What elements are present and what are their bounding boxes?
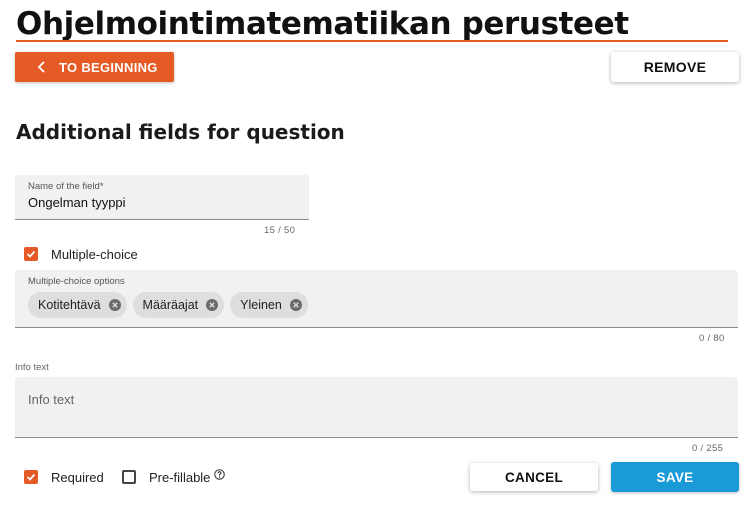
- options-counter: 0 / 80: [699, 333, 725, 344]
- option-chip: Kotitehtävä: [28, 292, 127, 318]
- cancel-button[interactable]: CANCEL: [470, 463, 598, 491]
- options-chip-list: Kotitehtävä Määräajat Yleinen: [28, 292, 308, 318]
- required-checkbox[interactable]: [24, 470, 38, 484]
- field-name-value: Ongelman tyyppi: [28, 195, 126, 210]
- course-title: Ohjelmointimatematiikan perusteet: [16, 4, 728, 42]
- info-text-counter: 0 / 255: [692, 443, 724, 454]
- remove-label: REMOVE: [643, 59, 707, 75]
- prefillable-checkbox[interactable]: [122, 470, 136, 484]
- option-chip: Yleinen: [230, 292, 308, 318]
- info-text-placeholder: Info text: [28, 392, 75, 407]
- to-beginning-button[interactable]: TO BEGINNING: [15, 52, 174, 82]
- prefillable-label: Pre-fillable: [149, 470, 211, 485]
- save-button[interactable]: SAVE: [611, 462, 739, 492]
- options-label: Multiple-choice options: [28, 276, 125, 287]
- check-icon: [26, 250, 36, 258]
- field-name-input[interactable]: Name of the field* Ongelman tyyppi: [15, 175, 309, 220]
- multiple-choice-label: Multiple-choice: [51, 247, 138, 262]
- to-beginning-label: TO BEGINNING: [59, 59, 158, 75]
- info-text-label: Info text: [15, 362, 49, 373]
- help-icon[interactable]: [214, 469, 225, 480]
- option-chip-label: Yleinen: [240, 298, 282, 312]
- remove-chip-icon[interactable]: [108, 299, 121, 311]
- field-name-label: Name of the field*: [28, 181, 104, 192]
- section-title: Additional fields for question: [16, 120, 345, 144]
- remove-button[interactable]: REMOVE: [611, 52, 739, 82]
- info-text-field[interactable]: Info text: [15, 377, 738, 438]
- chevron-left-icon: [37, 61, 45, 73]
- required-label: Required: [51, 470, 104, 485]
- remove-chip-icon[interactable]: [206, 299, 219, 311]
- multiple-choice-options-field[interactable]: Multiple-choice options Kotitehtävä Määr…: [15, 270, 738, 328]
- multiple-choice-checkbox[interactable]: [24, 247, 38, 261]
- option-chip-label: Kotitehtävä: [38, 298, 101, 312]
- save-label: SAVE: [656, 469, 694, 485]
- remove-chip-icon[interactable]: [289, 299, 302, 311]
- field-name-counter: 15 / 50: [264, 225, 296, 236]
- option-chip: Määräajat: [132, 292, 225, 318]
- option-chip-label: Määräajat: [142, 298, 199, 312]
- check-icon: [26, 473, 36, 481]
- cancel-label: CANCEL: [504, 469, 564, 485]
